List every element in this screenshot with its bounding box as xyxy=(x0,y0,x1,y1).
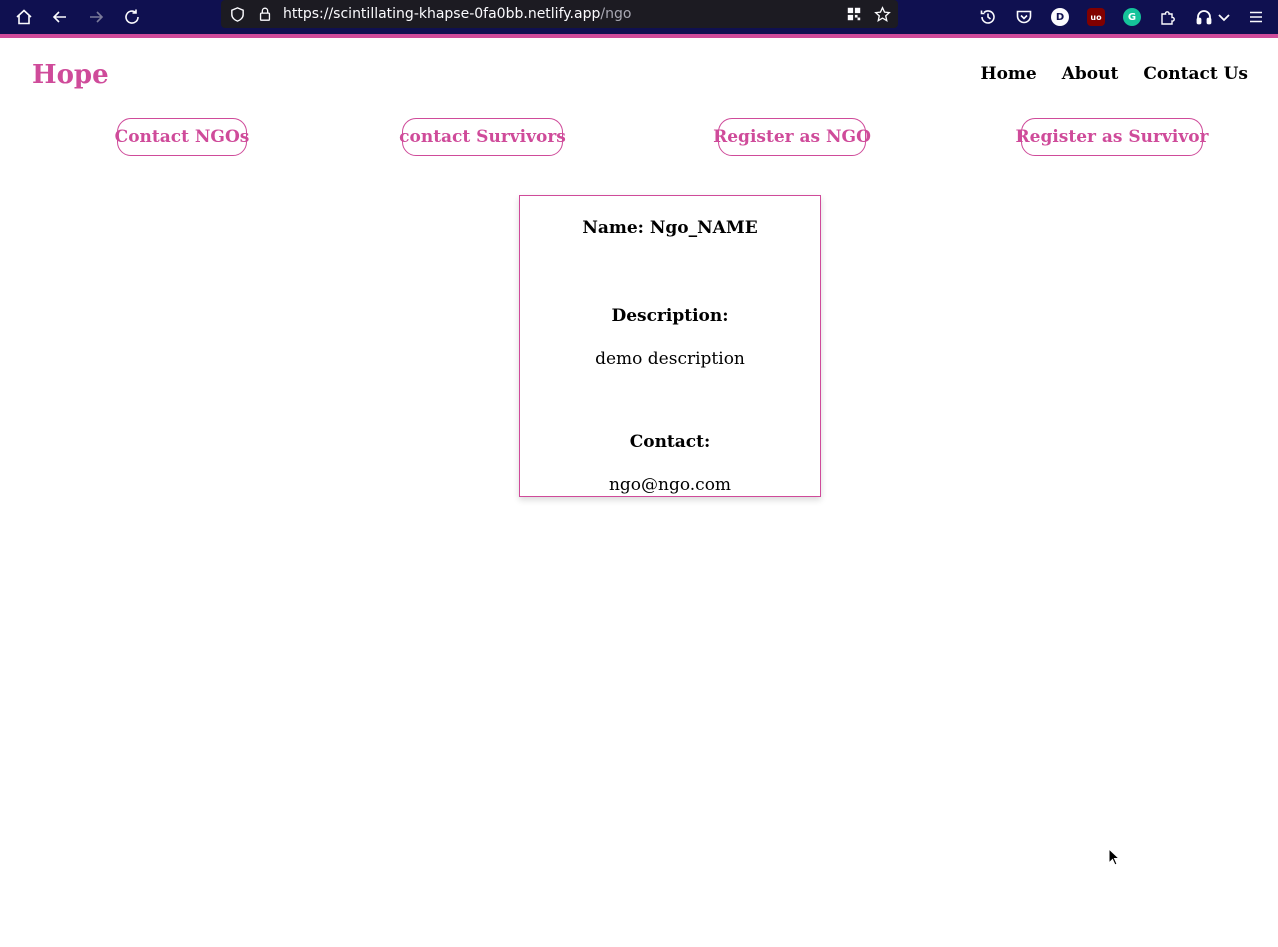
contact-label: Contact: xyxy=(629,432,711,452)
ngo-card: Name: Ngo_NAME Description: demo descrip… xyxy=(519,195,821,497)
register-ngo-button[interactable]: Register as NGO xyxy=(713,118,871,156)
grammarly-label: G xyxy=(1123,8,1141,26)
extension-d-label: D xyxy=(1051,8,1069,26)
bookmark-star-icon[interactable] xyxy=(873,5,891,23)
puzzle-icon[interactable] xyxy=(1153,2,1183,32)
home-icon[interactable] xyxy=(9,2,39,32)
mouse-cursor-icon xyxy=(1108,848,1120,866)
extension-d-icon[interactable]: D xyxy=(1045,2,1075,32)
grammarly-icon[interactable]: G xyxy=(1117,2,1147,32)
description-text: demo description xyxy=(595,349,745,369)
ublock-label: uo xyxy=(1087,8,1105,26)
contact-survivors-button[interactable]: contact Survivors xyxy=(399,118,566,156)
url-bar[interactable]: https://scintillating-khapse-0fa0bb.netl… xyxy=(221,0,898,28)
url-text[interactable]: https://scintillating-khapse-0fa0bb.netl… xyxy=(283,5,631,23)
nav-about[interactable]: About xyxy=(1062,64,1119,84)
description-label: Description: xyxy=(611,306,729,326)
nav-home[interactable]: Home xyxy=(981,64,1037,84)
ublock-icon[interactable]: uo xyxy=(1081,2,1111,32)
forward-icon[interactable] xyxy=(81,2,111,32)
history-icon[interactable] xyxy=(973,2,1003,32)
contact-email: ngo@ngo.com xyxy=(608,475,732,495)
contact-ngos-button[interactable]: Contact NGOs xyxy=(115,118,249,156)
url-path: /ngo xyxy=(600,6,632,22)
main-nav: Home About Contact Us xyxy=(981,64,1248,84)
pocket-icon[interactable] xyxy=(1009,2,1039,32)
back-icon[interactable] xyxy=(45,2,75,32)
register-survivor-button[interactable]: Register as Survivor xyxy=(1016,118,1209,156)
action-bar: Contact NGOs contact Survivors Register … xyxy=(0,118,1278,158)
browser-toolbar: https://scintillating-khapse-0fa0bb.netl… xyxy=(0,0,1278,34)
lock-icon[interactable] xyxy=(256,5,274,23)
ngo-name: Name: Ngo_NAME xyxy=(582,218,758,238)
url-host: https://scintillating-khapse-0fa0bb.netl… xyxy=(283,6,601,22)
chevron-down-icon[interactable] xyxy=(1214,2,1234,32)
qr-icon[interactable] xyxy=(845,5,863,23)
site-logo[interactable]: Hope xyxy=(32,60,109,90)
shield-icon[interactable] xyxy=(228,5,246,23)
menu-icon[interactable] xyxy=(1241,2,1271,32)
site-header: Hope Home About Contact Us xyxy=(0,38,1278,110)
reload-icon[interactable] xyxy=(117,2,147,32)
nav-contact-us[interactable]: Contact Us xyxy=(1143,64,1248,84)
